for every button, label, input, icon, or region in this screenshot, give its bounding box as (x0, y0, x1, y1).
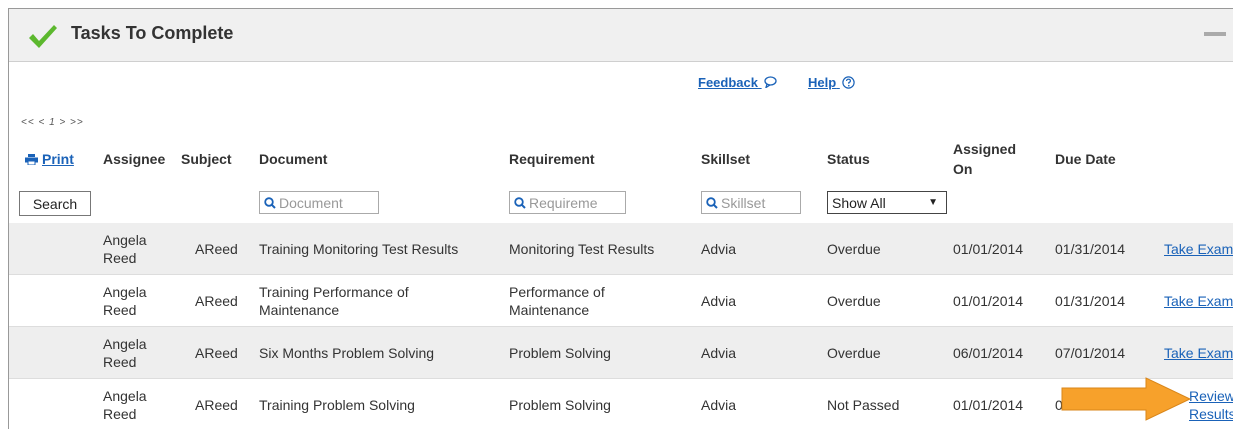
search-icon (706, 196, 718, 209)
table-row: Angela Reed AReed Training Problem Solvi… (9, 379, 1233, 429)
print-cell[interactable]: Print (25, 137, 95, 181)
skillset-cell: Advia (701, 292, 737, 309)
speech-bubble-icon (763, 76, 777, 89)
action-cell: Take Exam (1164, 275, 1233, 326)
subject-cell: AReed (195, 344, 238, 361)
print-link[interactable]: Print (42, 151, 74, 167)
status-filter-value: Show All (832, 194, 886, 211)
document-filter-input[interactable] (279, 194, 378, 211)
feedback-link[interactable]: Feedback (698, 75, 777, 90)
table-row: Angela Reed AReed Training Performance o… (9, 275, 1233, 327)
task-rows: Angela Reed AReed Training Monitoring Te… (9, 223, 1233, 429)
document-cell: Training Problem Solving (259, 396, 415, 413)
assigned-on-cell: 06/01/2014 (953, 344, 1024, 361)
document-cell: Six Months Problem Solving (259, 344, 435, 361)
skillset-cell: Advia (701, 344, 737, 361)
column-header-subject[interactable]: Subject (181, 137, 251, 181)
panel-header: Tasks To Complete (9, 9, 1233, 62)
help-label: Help (808, 75, 837, 90)
assignee-cell: Angela Reed (103, 283, 147, 318)
assignee-cell: Angela Reed (103, 335, 147, 370)
subject-cell: AReed (195, 396, 238, 413)
due-date-cell: 01/31/2014 (1055, 292, 1126, 309)
status-cell: Overdue (827, 344, 881, 361)
action-cell: Review Results (1189, 379, 1233, 429)
take-exam-link[interactable]: Take Exam (1164, 292, 1233, 310)
search-button[interactable]: Search (19, 191, 91, 216)
tasks-panel: Tasks To Complete Feedback Help << < 1 >… (8, 8, 1233, 429)
requirement-filter[interactable] (509, 191, 626, 214)
arrow-icon (1061, 377, 1192, 421)
panel-title: Tasks To Complete (71, 23, 234, 43)
due-date-cell: 01/31/2014 (1055, 240, 1126, 257)
requirement-cell: Problem Solving (509, 344, 611, 361)
requirement-cell: Monitoring Test Results (509, 240, 655, 257)
dropdown-caret-icon: ▼ (928, 197, 938, 208)
check-icon (29, 25, 57, 48)
requirement-filter-input[interactable] (529, 194, 625, 211)
column-header-assignee[interactable]: Assignee (103, 137, 178, 181)
skillset-filter-input[interactable] (721, 194, 800, 211)
skillset-filter[interactable] (701, 191, 801, 214)
search-icon (264, 196, 276, 209)
column-header-requirement[interactable]: Requirement (509, 137, 659, 181)
status-cell: Overdue (827, 240, 881, 257)
table-row: Angela Reed AReed Six Months Problem Sol… (9, 327, 1233, 379)
assignee-cell: Angela Reed (103, 387, 147, 422)
assigned-on-cell: 01/01/2014 (953, 292, 1024, 309)
document-filter[interactable] (259, 191, 379, 214)
column-header-due-date[interactable]: Due Date (1055, 137, 1145, 181)
column-header-status[interactable]: Status (827, 137, 927, 181)
table-header: Print Assignee Subject Document Requirem… (9, 137, 1233, 181)
help-link[interactable]: Help (808, 75, 855, 90)
assignee-cell: Angela Reed (103, 231, 147, 266)
requirement-cell: Problem Solving (509, 396, 611, 413)
table-row: Angela Reed AReed Training Monitoring Te… (9, 223, 1233, 275)
status-filter-select[interactable]: Show All ▼ (827, 191, 947, 214)
take-exam-link[interactable]: Take Exam (1164, 240, 1233, 258)
due-date-cell: 07/01/2014 (1055, 344, 1126, 361)
question-circle-icon (842, 76, 855, 89)
skillset-cell: Advia (701, 396, 737, 413)
feedback-label: Feedback (698, 75, 758, 90)
document-cell: Training Performance of Maintenance (259, 283, 409, 318)
assigned-on-cell: 01/01/2014 (953, 240, 1024, 257)
take-exam-link[interactable]: Take Exam (1164, 344, 1233, 362)
review-results-link[interactable]: Review Results (1189, 387, 1233, 423)
action-cell: Take Exam (1164, 223, 1233, 274)
column-header-skillset[interactable]: Skillset (701, 137, 801, 181)
printer-icon (25, 153, 38, 165)
requirement-cell: Performance of Maintenance (509, 283, 605, 318)
column-header-assigned-on[interactable]: Assigned On (953, 137, 1033, 181)
skillset-cell: Advia (701, 240, 737, 257)
search-icon (514, 196, 526, 209)
status-cell: Overdue (827, 292, 881, 309)
pager[interactable]: << < 1 > >> (21, 117, 84, 128)
document-cell: Training Monitoring Test Results (259, 240, 459, 257)
minimize-icon[interactable] (1204, 32, 1226, 36)
filter-row: Search Show All ▼ (9, 189, 1233, 224)
status-cell: Not Passed (827, 396, 900, 413)
subject-cell: AReed (195, 240, 238, 257)
column-header-document[interactable]: Document (259, 137, 459, 181)
subject-cell: AReed (195, 292, 238, 309)
assigned-on-cell: 01/01/2014 (953, 396, 1024, 413)
action-cell: Take Exam (1164, 327, 1233, 378)
